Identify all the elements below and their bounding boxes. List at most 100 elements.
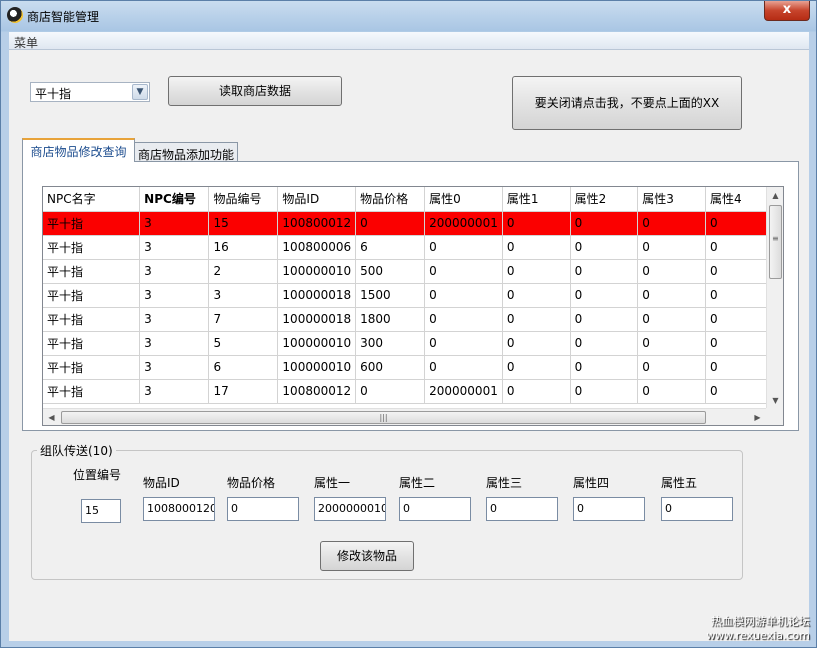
items-grid[interactable]: NPC名字 NPC编号 物品编号 物品ID 物品价格 属性0 属性1 属性2 属性3 属性4 平十…: [42, 186, 784, 426]
table-row[interactable]: 平十指 3 3 100000018 1500 0 0 0 0 0: [43, 283, 783, 308]
table-cell: 0: [570, 259, 639, 284]
table-row[interactable]: 平十指 3 2 100000010 500 0 0 0 0 0: [43, 259, 783, 284]
column-header[interactable]: 属性2: [570, 187, 639, 212]
table-cell: 300: [355, 331, 426, 356]
table-header-row: NPC名字 NPC编号 物品编号 物品ID 物品价格 属性0 属性1 属性2 属性3 属性4: [43, 187, 783, 212]
column-header[interactable]: 属性3: [637, 187, 706, 212]
table-cell: 0: [502, 355, 571, 380]
table-cell: 平十指: [43, 235, 141, 260]
app-penguin-icon: [7, 7, 23, 23]
table-cell: 0: [502, 307, 571, 332]
table-cell: 0: [570, 211, 639, 236]
table-cell: 0: [424, 283, 503, 308]
table-cell: 100800012: [277, 379, 357, 404]
client-area: 平十指 ▼ 读取商店数据 要关闭请点击我，不要点上面的XX 商店物品添加功能 N…: [9, 50, 809, 641]
table-cell: 0: [424, 355, 503, 380]
attr-1-field[interactable]: 2000000010: [314, 497, 386, 521]
table-cell: 100000018: [277, 307, 357, 332]
tab-modify-query[interactable]: 商店物品修改查询: [22, 138, 135, 162]
title-bar[interactable]: 商店智能管理 x: [1, 1, 816, 31]
table-cell: 平十指: [43, 307, 141, 332]
table-cell: 100800012: [277, 211, 357, 236]
group-title: 组队传送(10): [37, 442, 116, 459]
table-cell: 200000001: [424, 211, 503, 236]
table-cell: 6: [208, 355, 279, 380]
scroll-up-icon[interactable]: ▲: [767, 187, 783, 204]
horizontal-scrollbar[interactable]: ◀ ||| ▶: [43, 408, 766, 425]
scroll-down-icon[interactable]: ▼: [767, 392, 783, 409]
table-cell: 100000010: [277, 331, 357, 356]
horizontal-scroll-thumb[interactable]: |||: [61, 411, 706, 424]
label-attr-3: 属性三: [486, 476, 523, 490]
items-table: NPC名字 NPC编号 物品编号 物品ID 物品价格 属性0 属性1 属性2 属性3 属性4 平十…: [43, 187, 783, 404]
table-row[interactable]: 平十指 3 16 100800006 6 0 0 0 0 0: [43, 235, 783, 260]
table-cell: 0: [502, 379, 571, 404]
column-header[interactable]: NPC名字: [43, 187, 141, 212]
menu-bar: 菜单: [9, 32, 809, 50]
column-header[interactable]: NPC编号: [139, 187, 210, 212]
table-cell: 0: [502, 331, 571, 356]
table-cell: 0: [570, 235, 639, 260]
table-cell: 100000010: [277, 259, 357, 284]
close-app-button[interactable]: 要关闭请点击我，不要点上面的XX: [512, 76, 742, 130]
table-row[interactable]: 平十指 3 7 100000018 1800 0 0 0 0 0: [43, 307, 783, 332]
scroll-corner: [766, 408, 783, 425]
table-cell: 平十指: [43, 355, 141, 380]
table-cell: 0: [355, 211, 426, 236]
item-price-field[interactable]: 0: [227, 497, 299, 521]
menu-item-main[interactable]: 菜单: [14, 34, 38, 51]
column-header[interactable]: 属性0: [424, 187, 503, 212]
attr-3-field[interactable]: 0: [486, 497, 558, 521]
table-cell: 0: [502, 283, 571, 308]
watermark: 热血模网游单机论坛 www.rexuexia.com: [706, 615, 810, 643]
table-cell: 0: [424, 259, 503, 284]
table-cell: 平十指: [43, 211, 141, 236]
attr-5-field[interactable]: 0: [661, 497, 733, 521]
table-cell: 3: [139, 331, 210, 356]
table-cell: 0: [502, 235, 571, 260]
attr-4-field[interactable]: 0: [573, 497, 645, 521]
table-cell: 100000018: [277, 283, 357, 308]
item-id-field[interactable]: 1008000120: [143, 497, 215, 521]
watermark-line-1: 热血模网游单机论坛: [711, 615, 810, 628]
column-header[interactable]: 物品ID: [277, 187, 357, 212]
position-number-field[interactable]: 15: [81, 499, 121, 523]
table-cell: 0: [570, 379, 639, 404]
column-header[interactable]: 物品价格: [355, 187, 426, 212]
table-cell: 3: [139, 259, 210, 284]
chevron-down-icon[interactable]: ▼: [132, 84, 148, 100]
store-select[interactable]: 平十指 ▼: [30, 82, 150, 102]
table-cell: 0: [570, 331, 639, 356]
scroll-left-icon[interactable]: ◀: [43, 409, 60, 425]
table-cell: 3: [139, 379, 210, 404]
table-cell: 100800006: [277, 235, 357, 260]
tab-panel-modify-query: NPC名字 NPC编号 物品编号 物品ID 物品价格 属性0 属性1 属性2 属性3 属性4 平十…: [22, 161, 799, 431]
table-cell: 平十指: [43, 283, 141, 308]
watermark-line-2: www.rexuexia.com: [706, 629, 810, 642]
window-close-button[interactable]: x: [764, 1, 810, 21]
vertical-scroll-thumb[interactable]: ≡: [769, 205, 782, 279]
window-title: 商店智能管理: [27, 10, 100, 24]
scroll-right-icon[interactable]: ▶: [749, 409, 766, 425]
table-cell: 0: [570, 307, 639, 332]
table-row[interactable]: 平十指 3 17 100800012 0 200000001 0 0 0 0: [43, 379, 783, 404]
label-attr-4: 属性四: [573, 476, 610, 490]
table-cell: 3: [139, 235, 210, 260]
table-cell: 3: [139, 283, 210, 308]
table-row[interactable]: 平十指 3 15 100800012 0 200000001 0 0 0 0: [43, 211, 783, 236]
label-item-id: 物品ID: [143, 476, 180, 490]
table-cell: 3: [139, 355, 210, 380]
column-header[interactable]: 物品编号: [208, 187, 279, 212]
table-row[interactable]: 平十指 3 5 100000010 300 0 0 0 0 0: [43, 331, 783, 356]
table-cell: 0: [637, 211, 706, 236]
main-window: 商店智能管理 x 菜单 平十指 ▼ 读取商店数据 要关闭请点击我，不要点上面的X…: [0, 0, 817, 648]
column-header[interactable]: 属性1: [502, 187, 571, 212]
table-cell: 500: [355, 259, 426, 284]
attr-2-field[interactable]: 0: [399, 497, 471, 521]
vertical-scrollbar[interactable]: ▲ ≡ ▼: [766, 187, 783, 409]
table-cell: 15: [208, 211, 279, 236]
read-store-data-button[interactable]: 读取商店数据: [168, 76, 342, 106]
table-row[interactable]: 平十指 3 6 100000010 600 0 0 0 0 0: [43, 355, 783, 380]
store-select-value: 平十指: [35, 87, 72, 101]
modify-item-button[interactable]: 修改该物品: [320, 541, 414, 571]
